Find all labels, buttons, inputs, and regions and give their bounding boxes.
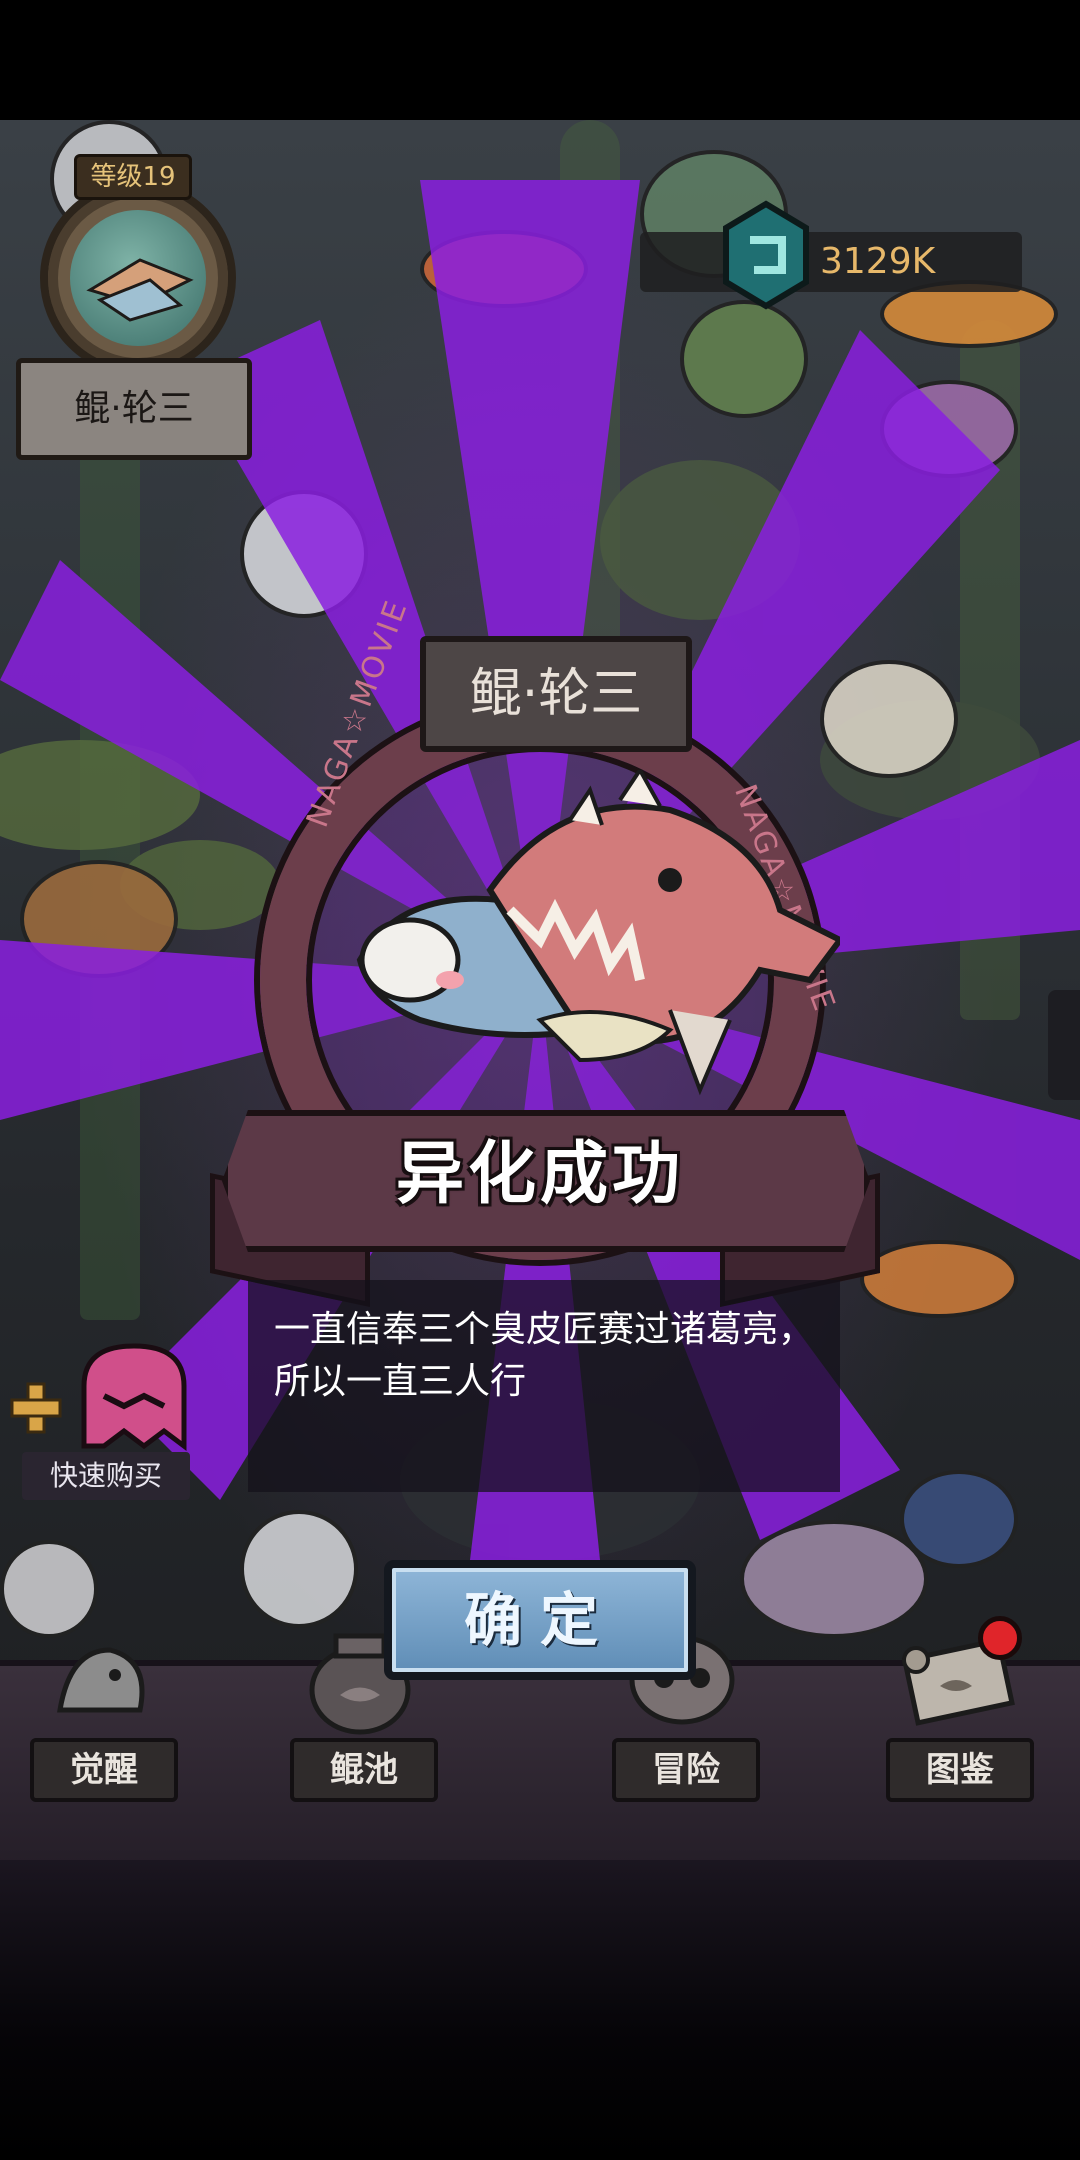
fish-description: 一直信奉三个臭皮匠赛过诸葛亮，所以一直三人行 [248, 1280, 840, 1492]
shark-fish-portrait [356, 770, 840, 1096]
notification-dot [978, 1616, 1022, 1660]
success-banner-text: 异化成功 [395, 1135, 684, 1214]
confirm-button[interactable]: 确定 [384, 1560, 696, 1680]
fish-name-plate: 鲲·轮三 [420, 636, 692, 752]
alienation-success-popup: NAGA☆MOVIE NAGA☆MOVIE 鲲·轮三 异化成功 一直信奉三个臭皮… [0, 0, 1080, 2160]
